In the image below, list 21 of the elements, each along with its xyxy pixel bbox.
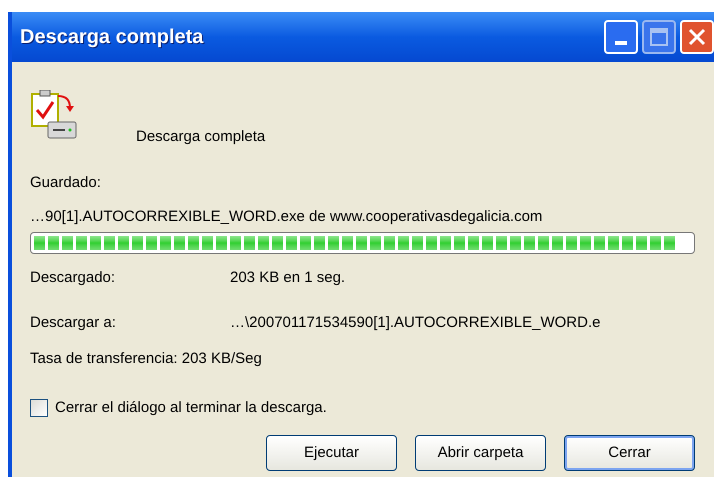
window-title: Descarga completa bbox=[20, 25, 204, 50]
close-button[interactable] bbox=[680, 20, 714, 54]
checkbox-label: Cerrar el diálogo al terminar la descarga. bbox=[55, 398, 327, 418]
detail-value: …\200701171534590[1].AUTOCORREXIBLE_WORD.e bbox=[230, 312, 600, 332]
saved-path: …90[1].AUTOCORREXIBLE_WORD.exe de www.cooperativasdegalicia.com bbox=[30, 206, 544, 226]
detail-value: 203 KB en 1 seg. bbox=[230, 268, 346, 288]
close-icon bbox=[688, 28, 706, 46]
transfer-rate: Tasa de transferencia: 203 KB/Seg bbox=[30, 349, 263, 369]
maximize-icon bbox=[650, 28, 668, 46]
dialog-button[interactable]: Ejecutar bbox=[266, 435, 397, 471]
dialog-button[interactable]: Abrir carpeta bbox=[415, 435, 546, 471]
detail-label: Descargado: bbox=[30, 268, 116, 288]
saved-label: Guardado: bbox=[30, 173, 102, 193]
checkbox[interactable] bbox=[30, 398, 48, 417]
minimize-icon bbox=[615, 41, 627, 45]
status-heading: Descarga completa bbox=[136, 126, 266, 146]
detail-label: Descargar a: bbox=[30, 312, 117, 332]
minimize-button[interactable] bbox=[604, 20, 638, 54]
maximize-button[interactable] bbox=[642, 20, 676, 54]
download-complete-icon bbox=[30, 90, 78, 140]
dialog-button[interactable]: Cerrar bbox=[564, 435, 695, 471]
